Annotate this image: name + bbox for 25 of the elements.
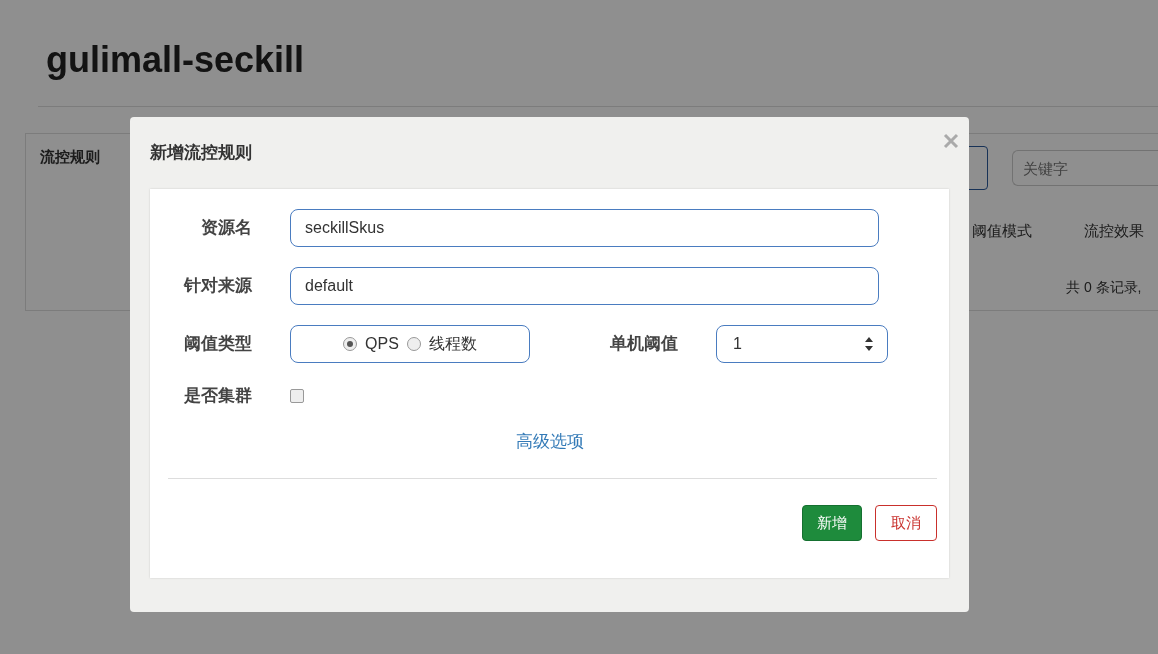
spinner-icon[interactable] — [864, 336, 874, 352]
radio-button[interactable] — [406, 337, 421, 351]
radio-button[interactable] — [343, 337, 358, 351]
close-icon — [943, 133, 959, 150]
cancel-button[interactable]: 取消 — [875, 505, 937, 541]
radio-label: 线程数 — [428, 334, 477, 354]
checkbox[interactable] — [290, 388, 304, 403]
page-title: gulimall-seckill — [46, 38, 306, 82]
column-header: 流控效果 — [1084, 221, 1144, 241]
field-label: 单机阈值 — [609, 333, 678, 356]
column-header: 阈值模式 — [972, 221, 1032, 241]
record-count: 共 0 条记录, — [1066, 277, 1143, 297]
search-field[interactable]: 关键字 — [1012, 150, 1158, 186]
dialog-title: 新增流控规则 — [150, 142, 252, 165]
input-field[interactable]: default — [290, 267, 879, 305]
radio-label: QPS — [365, 334, 399, 354]
panel-title: 流控规则 — [40, 147, 100, 167]
number-field[interactable]: 1 — [716, 325, 888, 363]
field-label: 资源名 — [200, 217, 252, 240]
field-label: 阈值类型 — [183, 333, 252, 356]
field-label: 针对来源 — [182, 275, 252, 298]
add-button[interactable]: 新增 — [802, 505, 862, 541]
advanced-options-link[interactable]: 高级选项 — [515, 431, 584, 451]
input-field[interactable]: seckillSkus — [290, 209, 879, 247]
field-label: 是否集群 — [183, 385, 252, 407]
